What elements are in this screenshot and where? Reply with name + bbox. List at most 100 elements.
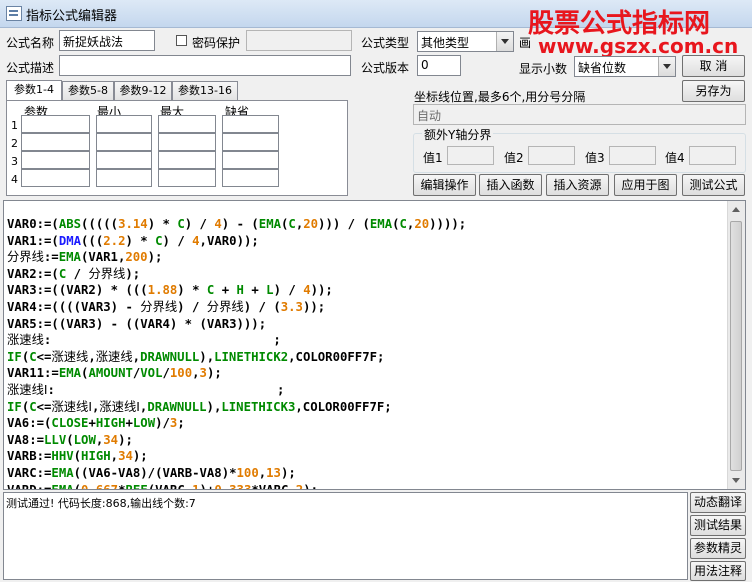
code-token: 34 bbox=[118, 449, 133, 464]
test-result-button[interactable]: 测试结果 bbox=[690, 515, 746, 536]
param-3-name[interactable] bbox=[21, 151, 90, 169]
code-token: ); bbox=[280, 465, 296, 480]
code-line[interactable]: VARD:=EMA(0.667*REF(VARC,1)+0.333*VARC,2… bbox=[7, 482, 727, 490]
scroll-thumb[interactable] bbox=[730, 221, 742, 471]
code-line[interactable]: VAR1:=(DMA(((2.2) * C) / 4,VAR0)); bbox=[7, 233, 727, 250]
param-4-default[interactable] bbox=[222, 169, 279, 187]
test-formula-button[interactable]: 测试公式 bbox=[682, 174, 745, 196]
code-line[interactable]: VAR3:=((VAR2) * (((1.88) * C + H + L) / … bbox=[7, 282, 727, 299]
param-1-default[interactable] bbox=[222, 115, 279, 133]
code-token: (VARC, bbox=[147, 482, 193, 490]
tab-params-9-12[interactable]: 参数9-12 bbox=[114, 81, 172, 100]
tab-params-1-4[interactable]: 参数1-4 bbox=[6, 80, 62, 101]
code-line[interactable]: VAR5:=((VAR3) - ((VAR4) * (VAR3))); bbox=[7, 316, 727, 333]
app-icon bbox=[6, 6, 22, 21]
dynamic-translate-button[interactable]: 动态翻译 bbox=[690, 492, 746, 513]
code-line[interactable]: VAR0:=(ABS(((((3.14) * C) / 4) - (EMA(C,… bbox=[7, 216, 727, 233]
save-as-button[interactable]: 另存为 bbox=[682, 80, 745, 102]
code-token: VAR1:=( bbox=[7, 233, 59, 248]
formula-name-input[interactable]: 新捉妖战法 bbox=[59, 30, 155, 51]
code-token: DRAWNULL bbox=[147, 399, 207, 414]
params-panel: 参数 最小 最大 缺省 1 2 3 4 bbox=[6, 100, 348, 196]
param-4-name[interactable] bbox=[21, 169, 90, 187]
code-token: *VARC, bbox=[251, 482, 296, 490]
formula-type-select[interactable]: 其他类型 bbox=[417, 31, 514, 52]
param-3-default[interactable] bbox=[222, 151, 279, 169]
code-token: ) / bbox=[162, 233, 193, 248]
param-row-number: 1 bbox=[11, 119, 18, 132]
formula-desc-input[interactable] bbox=[59, 55, 351, 76]
param-3-max[interactable] bbox=[158, 151, 216, 169]
code-token: 分界线 bbox=[140, 299, 178, 314]
apply-to-chart-button[interactable]: 应用于图 bbox=[614, 174, 677, 196]
code-token: + bbox=[214, 283, 237, 298]
code-token: 4 bbox=[303, 283, 311, 298]
code-line[interactable]: IF(C<=涨速线I,涨速线I,DRAWNULL),LINETHICK3,COL… bbox=[7, 399, 727, 416]
param-2-default[interactable] bbox=[222, 133, 279, 151]
code-token: 1 bbox=[192, 482, 200, 490]
param-4-min[interactable] bbox=[96, 169, 152, 187]
code-token: EMA bbox=[51, 465, 74, 480]
code-token: 涨速线 bbox=[7, 333, 44, 348]
code-token: HHV bbox=[51, 449, 74, 464]
code-line[interactable]: IF(C<=涨速线,涨速线,DRAWNULL),LINETHICK2,COLOR… bbox=[7, 349, 727, 366]
param-1-min[interactable] bbox=[96, 115, 152, 133]
insert-resource-button[interactable]: 插入资源 bbox=[546, 174, 609, 196]
code-line[interactable]: 分界线:=EMA(VAR1,200); bbox=[7, 249, 727, 266]
scroll-up-arrow-icon[interactable] bbox=[728, 201, 745, 218]
param-2-max[interactable] bbox=[158, 133, 216, 151]
param-2-name[interactable] bbox=[21, 133, 90, 151]
code-line[interactable]: VAR2:=(C / 分界线); bbox=[7, 266, 727, 283]
tab-params-5-8[interactable]: 参数5-8 bbox=[62, 81, 114, 100]
code-token: LOW bbox=[132, 416, 156, 431]
code-token: 涨速线 bbox=[51, 349, 89, 364]
code-token: <= bbox=[36, 349, 52, 364]
code-token: 34 bbox=[103, 432, 119, 447]
param-wizard-button[interactable]: 参数精灵 bbox=[690, 538, 746, 559]
code-line[interactable]: 涨速线: ; bbox=[7, 332, 727, 349]
code-token: VAR2:=( bbox=[7, 266, 59, 281]
code-token: EMA bbox=[58, 366, 82, 381]
scroll-down-arrow-icon[interactable] bbox=[728, 472, 745, 489]
cancel-button[interactable]: 取 消 bbox=[682, 55, 745, 77]
code-token: EMA bbox=[369, 217, 393, 231]
code-line[interactable]: VAR11:=EMA(AMOUNT/VOL/100,3); bbox=[7, 365, 727, 382]
code-line[interactable]: VARC:=EMA((VA6-VA8)/(VARB-VA8)*100,13); bbox=[7, 465, 727, 482]
code-token: 0.333 bbox=[214, 482, 252, 490]
param-4-max[interactable] bbox=[158, 169, 216, 187]
code-token: , bbox=[132, 349, 141, 364]
test-status-text: 测试通过! 代码长度:868,输出线个数:7 bbox=[6, 497, 196, 510]
code-token: ); bbox=[132, 449, 148, 464]
insert-function-button[interactable]: 插入函数 bbox=[479, 174, 542, 196]
code-token: ) * bbox=[147, 217, 178, 231]
code-line[interactable]: VARB:=HHV(HIGH,34); bbox=[7, 448, 727, 465]
param-3-min[interactable] bbox=[96, 151, 152, 169]
code-line[interactable]: 涨速线I: ; bbox=[7, 382, 727, 399]
tab-params-13-16[interactable]: 参数13-16 bbox=[172, 81, 238, 100]
code-line[interactable]: VA8:=LLV(LOW,34); bbox=[7, 432, 727, 449]
vertical-scrollbar[interactable] bbox=[727, 201, 745, 489]
code-content[interactable]: VAR0:=(ABS(((((3.14) * C) / 4) - (EMA(C,… bbox=[7, 216, 727, 490]
decimal-select[interactable]: 缺省位数 bbox=[574, 56, 676, 77]
formula-name-label: 公式名称 bbox=[6, 36, 55, 50]
code-editor[interactable]: VAR0:=(ABS(((((3.14) * C) / 4) - (EMA(C,… bbox=[3, 200, 746, 490]
code-token: , bbox=[110, 449, 119, 464]
usage-notes-button[interactable]: 用法注释 bbox=[690, 561, 746, 581]
code-token: 涨速线I bbox=[99, 399, 140, 414]
draw-method-label: 画 bbox=[519, 36, 532, 50]
code-token: C bbox=[29, 399, 37, 414]
code-token: ,VAR0)); bbox=[199, 233, 259, 248]
code-token: DRAWNULL bbox=[140, 349, 200, 364]
param-1-name[interactable] bbox=[21, 115, 90, 133]
code-token: VOL bbox=[140, 366, 163, 381]
param-1-max[interactable] bbox=[158, 115, 216, 133]
code-token: VARC:= bbox=[7, 465, 52, 480]
edit-operation-button[interactable]: 编辑操作 bbox=[413, 174, 476, 196]
code-token: , bbox=[192, 366, 200, 381]
chevron-down-icon bbox=[658, 57, 675, 76]
param-2-min[interactable] bbox=[96, 133, 152, 151]
formula-version-input[interactable]: 0 bbox=[417, 55, 461, 76]
password-checkbox[interactable] bbox=[176, 35, 187, 46]
code-line[interactable]: VA6:=(CLOSE+HIGH+LOW)/3; bbox=[7, 415, 727, 432]
code-line[interactable]: VAR4:=((((VAR3) - 分界线) / 分界线) / (3.3)); bbox=[7, 299, 727, 316]
